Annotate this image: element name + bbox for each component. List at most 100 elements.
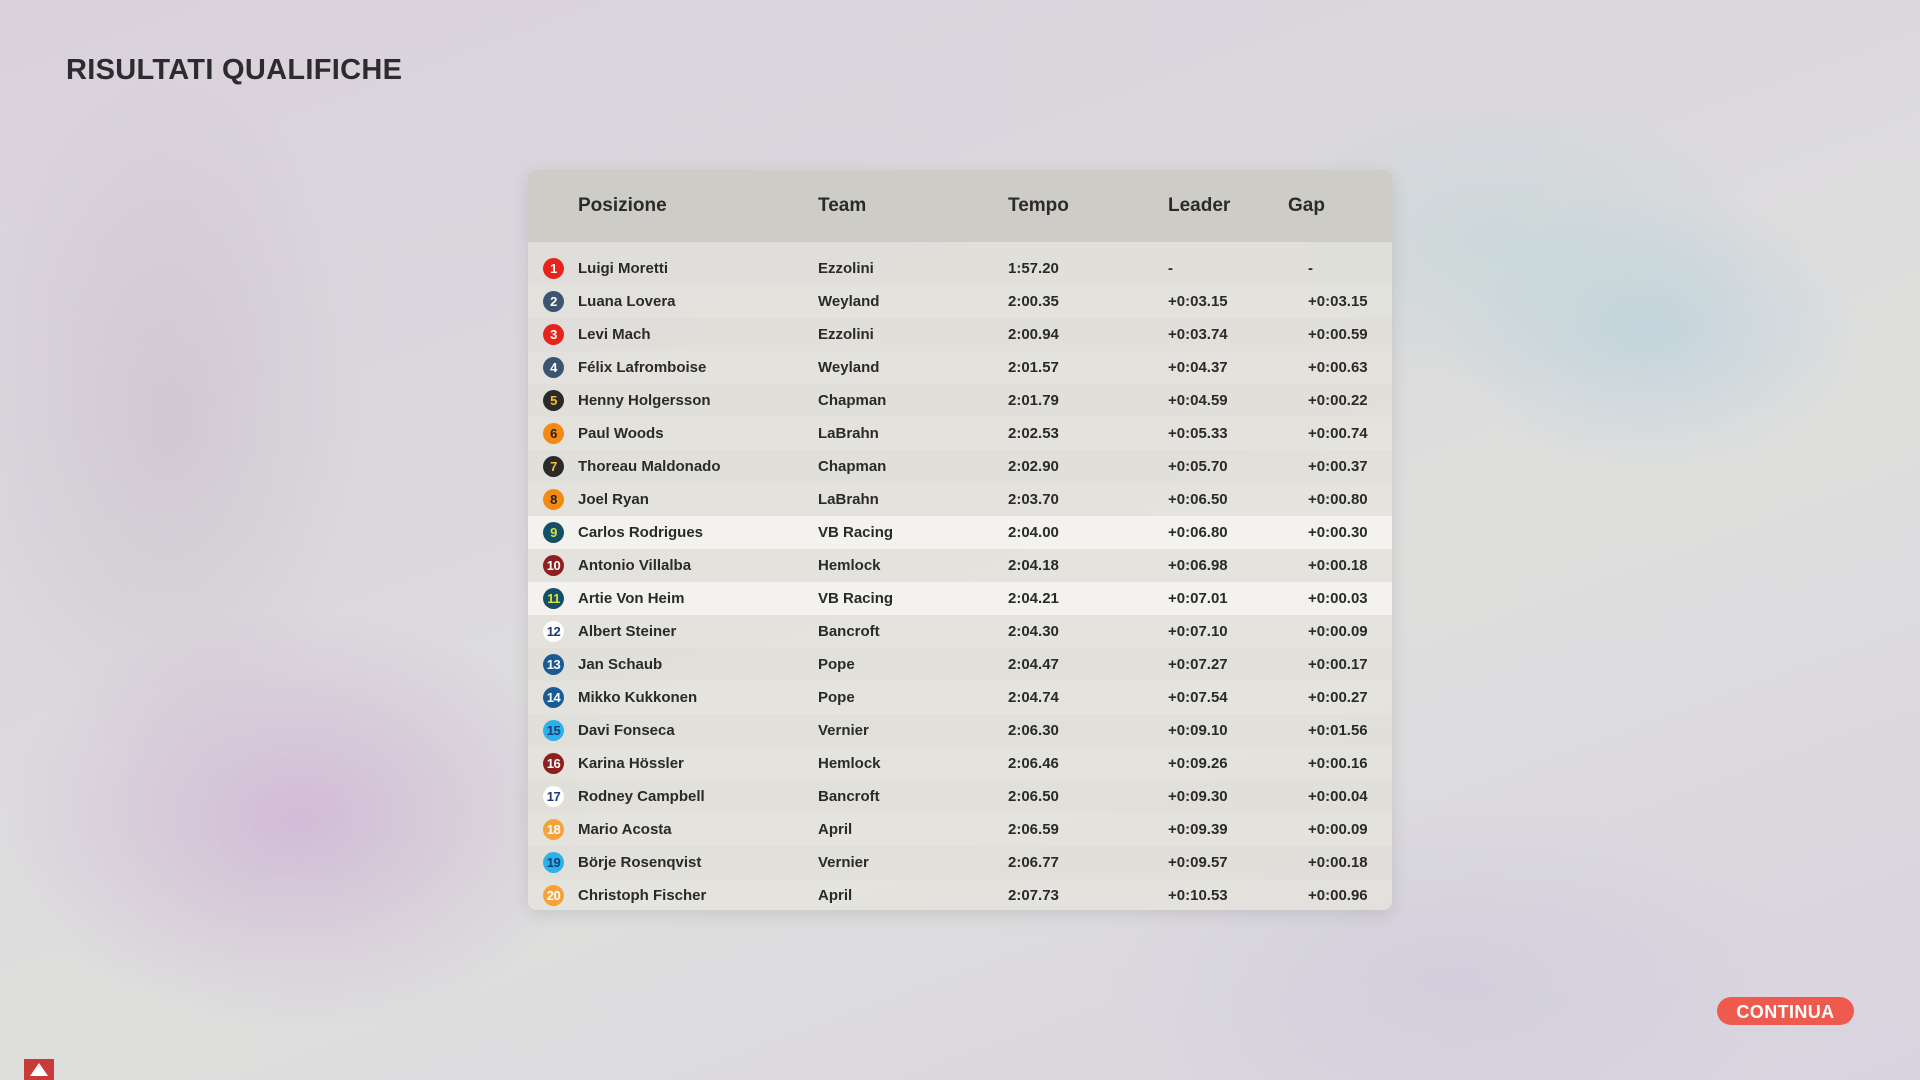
table-body: 1 Luigi Moretti Ezzolini 1:57.20 - - 2 Luana Lo… [528,242,1392,910]
team-name: Weyland [818,359,880,376]
leader-delta: +0:07.27 [1168,656,1228,673]
leader-delta: +0:10.53 [1168,887,1228,904]
driver-name: Albert Steiner [578,623,677,640]
leader-delta: +0:07.54 [1168,689,1228,706]
team-name: Hemlock [818,557,881,574]
gap-delta: +0:00.22 [1308,392,1368,409]
position-badge: 10 [543,555,564,576]
gap-delta: +0:00.74 [1308,425,1368,442]
driver-name: Levi Mach [578,326,651,343]
table-row: 9 Carlos Rodrigues VB Racing 2:04.00 +0:06.8… [528,516,1392,549]
lap-time: 2:06.30 [1008,722,1059,739]
position-badge: 6 [543,423,564,444]
driver-name: Karina Hössler [578,755,684,772]
column-header-position: Posizione [578,195,667,216]
driver-name: Joel Ryan [578,491,649,508]
team-name: April [818,821,853,838]
driver-name: Christoph Fischer [578,887,707,904]
lap-time: 2:03.70 [1008,491,1059,508]
table-header: Posizione Team Tempo Leader Gap [528,170,1392,242]
gap-delta: +0:00.30 [1308,524,1368,541]
leader-delta: +0:04.37 [1168,359,1228,376]
position-badge: 17 [543,786,564,807]
team-name: VB Racing [818,590,894,607]
table-row: 8 Joel Ryan LaBrahn 2:03.70 +0:06.50 +0:00.80 [528,483,1392,516]
lap-time: 2:06.77 [1008,854,1059,871]
leader-delta: +0:09.30 [1168,788,1228,805]
gap-delta: +0:00.37 [1308,458,1368,475]
position-badge: 14 [543,687,564,708]
team-name: LaBrahn [818,425,879,442]
lap-time: 2:04.21 [1008,590,1059,607]
gap-delta: +0:00.80 [1308,491,1368,508]
table-row: 5 Henny Holgersson Chapman 2:01.79 +0:04.59 +… [528,384,1392,417]
team-name: Chapman [818,392,887,409]
gap-delta: - [1308,260,1313,277]
table-row: 7 Thoreau Maldonado Chapman 2:02.90 +0:05.70… [528,450,1392,483]
leader-delta: +0:03.74 [1168,326,1228,343]
position-badge: 4 [543,357,564,378]
lap-time: 2:04.18 [1008,557,1059,574]
warning-triangle-icon [24,1059,54,1080]
leader-delta: - [1168,260,1173,277]
team-name: Vernier [818,722,869,739]
position-badge: 3 [543,324,564,345]
leader-delta: +0:04.59 [1168,392,1228,409]
table-row: 2 Luana Lovera Weyland 2:00.35 +0:03.15 +0:03… [528,285,1392,318]
team-name: Pope [818,689,855,706]
driver-name: Luana Lovera [578,293,676,310]
table-row: 1 Luigi Moretti Ezzolini 1:57.20 - - [528,252,1392,285]
team-name: Bancroft [818,788,880,805]
team-name: Pope [818,656,855,673]
team-name: VB Racing [818,524,894,541]
lap-time: 2:06.59 [1008,821,1059,838]
lap-time: 2:06.50 [1008,788,1059,805]
team-name: April [818,887,853,904]
position-badge: 20 [543,885,564,906]
team-name: Ezzolini [818,326,874,343]
team-name: Ezzolini [818,260,874,277]
driver-name: Carlos Rodrigues [578,524,704,541]
table-row: 17 Rodney Campbell Bancroft 2:06.50 +0:09.30… [528,780,1392,813]
driver-name: Rodney Campbell [578,788,705,805]
table-row: 16 Karina Hössler Hemlock 2:06.46 +0:09.26 +0… [528,747,1392,780]
table-row: 13 Jan Schaub Pope 2:04.47 +0:07.27 +0:00.17 [528,648,1392,681]
continue-button[interactable]: CONTINUA [1717,997,1854,1025]
position-badge: 5 [543,390,564,411]
table-row: 18 Mario Acosta April 2:06.59 +0:09.39 +0:00.… [528,813,1392,846]
lap-time: 2:00.94 [1008,326,1059,343]
table-row: 4 Félix Lafromboise Weyland 2:01.57 +0:04.37… [528,351,1392,384]
leader-delta: +0:09.57 [1168,854,1228,871]
driver-name: Henny Holgersson [578,392,711,409]
column-header-leader: Leader [1168,195,1231,216]
lap-time: 2:02.53 [1008,425,1059,442]
gap-delta: +0:00.18 [1308,854,1368,871]
lap-time: 2:04.00 [1008,524,1059,541]
lap-time: 2:04.74 [1008,689,1059,706]
table-row: 11 Artie Von Heim VB Racing 2:04.21 +0:07.01… [528,582,1392,615]
leader-delta: +0:05.33 [1168,425,1228,442]
table-row: 10 Antonio Villalba Hemlock 2:04.18 +0:06.98… [528,549,1392,582]
lap-time: 1:57.20 [1008,260,1059,277]
leader-delta: +0:09.39 [1168,821,1228,838]
lap-time: 2:01.57 [1008,359,1059,376]
team-name: Weyland [818,293,880,310]
position-badge: 8 [543,489,564,510]
table-row: 3 Levi Mach Ezzolini 2:00.94 +0:03.74 +0:00.5… [528,318,1392,351]
position-badge: 13 [543,654,564,675]
table-row: 12 Albert Steiner Bancroft 2:04.30 +0:07.10 +… [528,615,1392,648]
column-header-gap: Gap [1288,195,1325,216]
team-name: LaBrahn [818,491,879,508]
gap-delta: +0:00.59 [1308,326,1368,343]
team-name: Bancroft [818,623,880,640]
position-badge: 19 [543,852,564,873]
driver-name: Mikko Kukkonen [578,689,698,706]
gap-delta: +0:00.96 [1308,887,1368,904]
gap-delta: +0:01.56 [1308,722,1368,739]
team-name: Chapman [818,458,887,475]
lap-time: 2:02.90 [1008,458,1059,475]
qualifying-results-table: Posizione Team Tempo Leader Gap 1 Luigi M… [528,170,1392,910]
driver-name: Luigi Moretti [578,260,668,277]
team-name: Hemlock [818,755,881,772]
lap-time: 2:04.47 [1008,656,1059,673]
